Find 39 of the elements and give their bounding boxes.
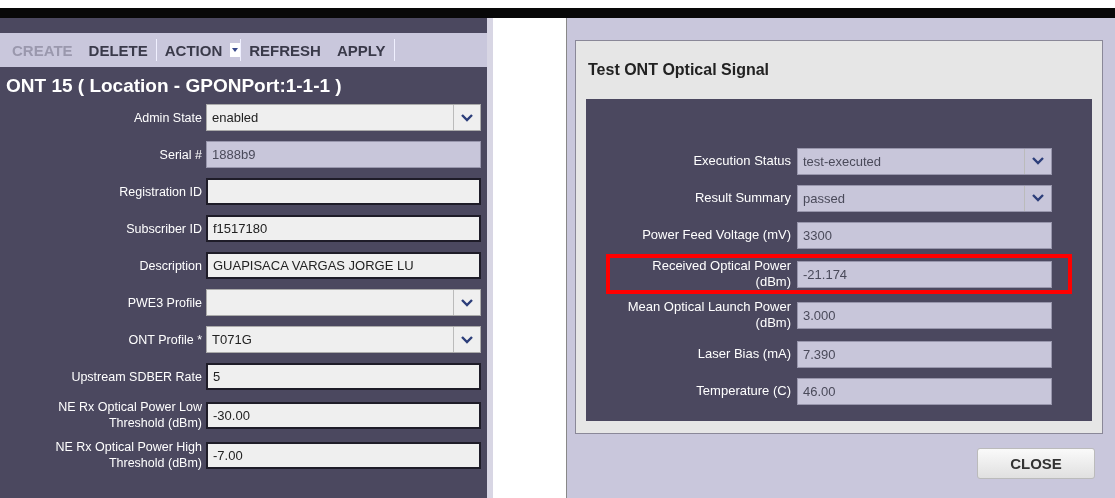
input-field[interactable]: 5 (206, 363, 481, 390)
field-label: Mean Optical Launch Power (dBm) (626, 299, 791, 331)
input-field[interactable]: -30.00 (206, 401, 481, 429)
chevron-down-icon (461, 335, 473, 344)
close-button[interactable]: CLOSE (977, 448, 1095, 479)
chevron-down-icon (461, 113, 473, 122)
field-label: NE Rx Optical Power High Threshold (dBm) (54, 439, 202, 471)
field-label: Execution Status (692, 153, 791, 169)
dropdown-field[interactable]: T071G (206, 326, 481, 353)
toolbar-button[interactable]: DELETE (80, 41, 156, 59)
field-label: Power Feed Voltage (mV) (641, 227, 791, 243)
field-label: Upstream SDBER Rate (70, 368, 202, 385)
field-label: Result Summary (693, 190, 791, 206)
toolbar-button[interactable]: ACTION (156, 41, 231, 59)
caret-icon[interactable] (230, 43, 241, 57)
field-label: Subscriber ID (125, 220, 202, 237)
field-label: Laser Bias (mA) (696, 346, 791, 362)
panel-title: ONT 15 ( Location - GPONPort:1-1-1 ) (5, 74, 343, 98)
field-label: Registration ID (118, 183, 202, 200)
input-field[interactable]: f1517180 (206, 215, 481, 242)
input-field[interactable]: GUAPISACA VARGAS JORGE LU (206, 252, 481, 279)
dropdown-field[interactable] (206, 289, 481, 316)
dropdown-field[interactable]: enabled (206, 104, 481, 131)
field-label: NE Rx Optical Power Low Threshold (dBm) (57, 399, 202, 431)
toolbar-button[interactable]: APPLY (328, 41, 394, 59)
field-label: Received Optical Power (dBm) (651, 258, 791, 290)
chevron-down-icon (1032, 194, 1044, 202)
chevron-down-icon (1032, 157, 1044, 165)
toolbar-button[interactable]: REFRESH (241, 41, 329, 59)
field-label: Description (138, 257, 202, 274)
field-label: Serial # (158, 146, 202, 163)
dialog-title: Test ONT Optical Signal (588, 61, 771, 79)
field-label: ONT Profile * (127, 331, 202, 348)
field-label: Admin State (132, 109, 202, 126)
input-field[interactable]: -7.00 (206, 441, 481, 469)
input-field[interactable] (206, 178, 481, 205)
field-label: PWE3 Profile (126, 294, 202, 311)
field-label: Temperature (C) (695, 383, 791, 399)
chevron-down-icon (461, 298, 473, 307)
